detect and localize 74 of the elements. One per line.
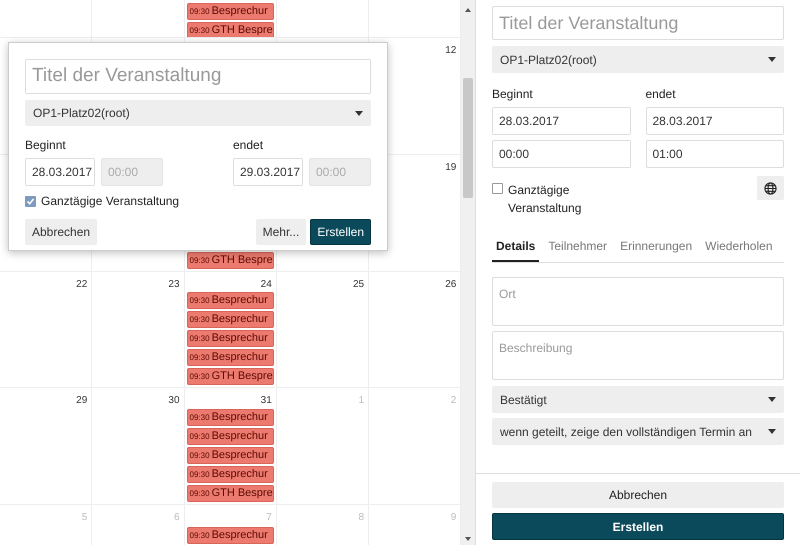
time-field[interactable]: 00:00 (492, 140, 630, 168)
day-number: 22 (76, 278, 88, 292)
checkbox[interactable] (25, 196, 36, 206)
tab[interactable]: Erinnerungen (616, 237, 696, 262)
calendar-select[interactable]: OP1-Platz02(root) (25, 100, 371, 126)
day-number: 9 (450, 511, 458, 525)
tab[interactable]: Teilnehmer (544, 237, 612, 262)
tab[interactable]: Wiederholen (701, 237, 776, 262)
event-chip[interactable]: 09:30 Besprechur (186, 292, 274, 309)
event-chip[interactable]: 09:30 Besprechur (186, 466, 274, 483)
event-chip[interactable]: 09:30 GTH Bespre (186, 252, 274, 269)
scrollbar[interactable] (461, 0, 475, 545)
day-number: 5 (82, 511, 88, 525)
title-field[interactable]: Titel der Veranstaltung (492, 6, 784, 40)
caret-icon (768, 429, 776, 434)
more-button[interactable]: Mehr... (256, 219, 306, 245)
checkbox-label: Ganztägige Veranstaltung (41, 193, 180, 210)
globe-icon (764, 182, 777, 194)
day-number: 1 (358, 394, 366, 408)
time-field: 00:00 (101, 158, 163, 186)
field-label: Beginnt (492, 86, 534, 103)
day-number: 23 (168, 278, 181, 292)
day-number: 30 (168, 394, 181, 408)
date-field[interactable]: 28.03.2017 (25, 158, 95, 186)
tab[interactable]: Details (492, 237, 540, 262)
event-chip[interactable]: 09:30 GTH Bespre (186, 485, 274, 502)
caret-icon (355, 110, 363, 116)
event-chip[interactable]: 09:30 Besprechur (186, 447, 274, 464)
scroll-down-icon[interactable] (465, 537, 472, 541)
event-chip[interactable]: 09:30 Besprechur (186, 527, 274, 544)
title-field[interactable]: Titel der Veranstaltung (25, 59, 371, 94)
day-number: 8 (358, 511, 366, 525)
date-field[interactable]: 28.03.2017 (646, 107, 784, 135)
event-chip[interactable]: 09:30 Besprechur (186, 409, 274, 426)
event-chip[interactable]: 09:30 Besprechur (186, 330, 274, 347)
field-label: Beginnt (25, 137, 67, 154)
text-area[interactable]: Ort (492, 277, 784, 326)
create-button[interactable]: Erstellen (492, 513, 784, 540)
globe-button[interactable] (757, 176, 784, 200)
date-field[interactable]: 29.03.2017 (233, 158, 303, 186)
dropdown[interactable]: Bestätigt (492, 386, 784, 413)
time-field[interactable]: 01:00 (646, 140, 784, 168)
event-chip[interactable]: 09:30 Besprechur (186, 349, 274, 366)
scroll-thumb[interactable] (463, 78, 474, 198)
text-area[interactable]: Beschreibung (492, 331, 784, 380)
day-number: 25 (352, 278, 366, 292)
scroll-up-icon[interactable] (465, 8, 472, 12)
event-chip[interactable]: 09:30 Besprechur (186, 3, 274, 20)
day-number: 24 (260, 278, 273, 292)
day-number: 6 (174, 511, 181, 525)
dropdown[interactable]: wenn geteilt, zeige den vollständigen Termin an (492, 418, 784, 445)
create-button[interactable]: Erstellen (310, 219, 371, 245)
checkbox-label: Ganztägige Veranstaltung (508, 182, 582, 217)
day-number: 7 (266, 511, 273, 525)
event-chip[interactable]: 09:30 Besprechur (186, 428, 274, 445)
event-chip[interactable]: 09:30 GTH Bespre (186, 368, 274, 385)
field-label: endet (646, 86, 677, 103)
day-number: 31 (260, 394, 273, 408)
date-field[interactable]: 28.03.2017 (492, 107, 630, 135)
caret-icon (768, 57, 776, 62)
day-number: 26 (445, 278, 458, 292)
day-number: 29 (76, 394, 88, 408)
day-number: 2 (450, 394, 458, 408)
time-field: 00:00 (309, 158, 371, 186)
day-number: 12 (445, 44, 458, 58)
caret-icon (768, 397, 776, 402)
checkbox[interactable] (492, 183, 503, 194)
event-chip[interactable]: 09:30 GTH Bespre (186, 22, 274, 37)
field-label: endet (233, 137, 264, 154)
event-chip[interactable]: 09:30 Besprechur (186, 311, 274, 328)
cancel-button[interactable]: Abbrechen (25, 219, 98, 245)
cancel-button[interactable]: Abbrechen (492, 482, 784, 508)
day-number: 19 (445, 161, 458, 175)
calendar-select[interactable]: OP1-Platz02(root) (492, 46, 784, 73)
